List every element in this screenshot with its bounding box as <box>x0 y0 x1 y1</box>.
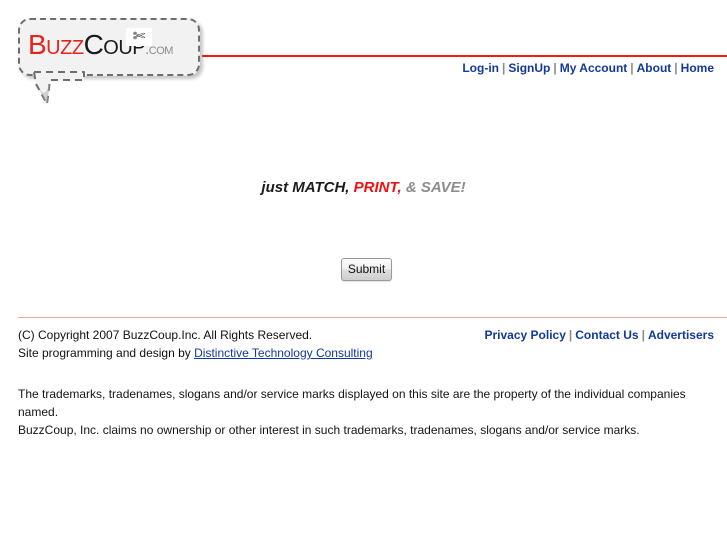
footer-link-advertisers[interactable]: Advertisers <box>648 328 714 342</box>
submit-button[interactable]: Submit <box>341 258 392 281</box>
credit-line: Site programming and design by Distincti… <box>18 344 373 362</box>
site-logo[interactable]: ✄ BuzzCoup.com <box>18 18 200 105</box>
nav-separator: | <box>553 61 557 75</box>
nav-separator: | <box>630 61 634 75</box>
nav-item-my-account[interactable]: My Account <box>560 61 628 75</box>
trademark-disclaimer: The trademarks, tradenames, slogans and/… <box>18 385 708 439</box>
tagline: just MATCH, PRINT, & SAVE! <box>0 179 727 196</box>
disclaimer-line-2: BuzzCoup, Inc. claims no ownership or ot… <box>18 423 640 437</box>
nav-item-home[interactable]: Home <box>681 61 714 75</box>
footer-link-privacy-policy[interactable]: Privacy Policy <box>485 328 566 342</box>
credit-prefix: Site programming and design by <box>18 346 195 360</box>
header-red-divider <box>202 55 727 57</box>
footer-navigation: Privacy Policy | Contact Us | Advertisers <box>485 328 715 342</box>
footer-separator: | <box>641 328 645 342</box>
disclaimer-line-1: The trademarks, tradenames, slogans and/… <box>18 387 686 419</box>
tagline-save: & SAVE! <box>405 179 466 196</box>
footer-divider <box>18 317 727 318</box>
tagline-match: just MATCH, <box>261 179 350 196</box>
nav-item-signup[interactable]: SignUp <box>508 61 550 75</box>
nav-item-about[interactable]: About <box>637 61 672 75</box>
copyright-text: (C) Copyright 2007 BuzzCoup.Inc. All Rig… <box>18 328 313 342</box>
tagline-print: PRINT, <box>353 179 402 196</box>
scissors-icon: ✄ <box>126 28 152 46</box>
footer-link-contact-us[interactable]: Contact Us <box>575 328 638 342</box>
nav-separator: | <box>502 61 506 75</box>
nav-item-login[interactable]: Log-in <box>462 61 499 75</box>
footer-separator: | <box>568 328 573 342</box>
top-navigation: Log-in | SignUp | My Account | About | Home <box>462 61 714 75</box>
logo-text-buzz: Buzz <box>28 29 84 60</box>
logo-bubble-tail <box>33 71 85 105</box>
copyright-block: (C) Copyright 2007 BuzzCoup.Inc. All Rig… <box>18 326 373 362</box>
nav-separator: | <box>674 61 678 75</box>
credit-link-distinctive-technology-consulting[interactable]: Distinctive Technology Consulting <box>194 346 373 360</box>
page-header: ✄ BuzzCoup.com Log-in | SignUp | My Account |… <box>0 0 727 120</box>
